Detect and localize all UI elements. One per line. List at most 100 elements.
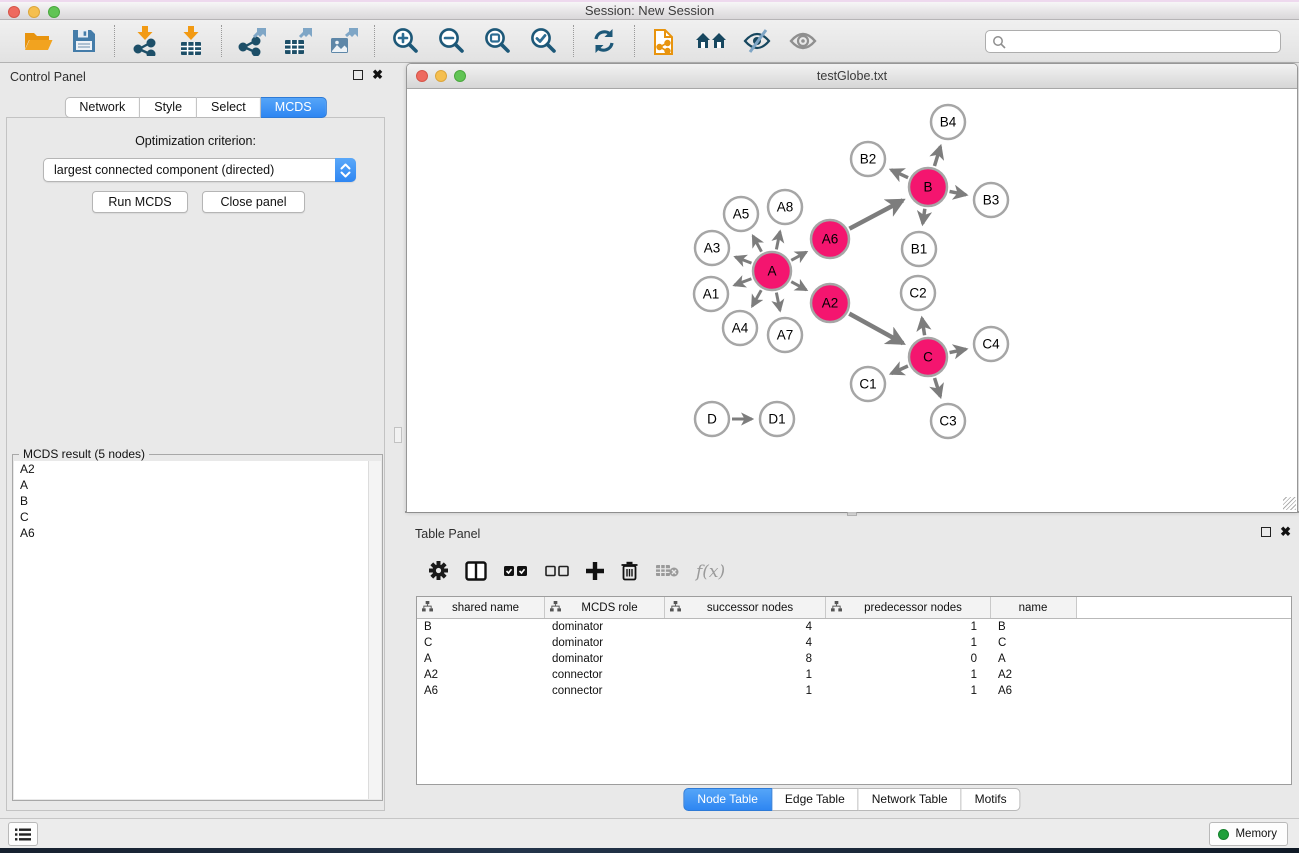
column-header-shared-name[interactable]: shared name [417,597,545,618]
tab-style[interactable]: Style [140,97,197,118]
float-table-panel-icon[interactable] [1261,527,1271,537]
graph-edge-c-c2[interactable] [922,318,925,335]
run-mcds-button[interactable]: Run MCDS [92,191,188,213]
close-panel-button[interactable]: Close panel [202,191,305,213]
graph-edge-b-b1[interactable] [923,209,925,224]
graph-node-b2[interactable]: B2 [851,142,885,176]
search-input[interactable] [985,30,1281,53]
show-details-icon[interactable] [785,24,821,58]
maximize-window-button[interactable] [48,6,60,18]
node-table[interactable]: shared nameMCDS rolesuccessor nodesprede… [416,596,1292,785]
close-panel-icon[interactable]: ✖ [372,70,383,80]
graph-edge-a-a8[interactable] [776,231,780,249]
graph-edge-c-c3[interactable] [935,378,941,397]
import-network-icon[interactable] [127,24,163,58]
add-column-icon[interactable] [586,562,604,583]
memory-button[interactable]: Memory [1209,822,1288,846]
open-session-icon[interactable] [20,24,56,58]
graph-node-d1[interactable]: D1 [760,402,794,436]
graph-edge-b-b4[interactable] [934,146,940,166]
network-canvas[interactable]: B4B2BB3B1A5A8A6A3AA1A2C2A4A7C4CC1C3DD1 [407,90,1297,512]
graph-node-a[interactable]: A [753,252,791,290]
close-window-button[interactable] [8,6,20,18]
graph-node-b1[interactable]: B1 [902,232,936,266]
graph-node-a1[interactable]: A1 [694,277,728,311]
result-item-a[interactable]: A [14,477,368,493]
tab-motifs[interactable]: Motifs [962,788,1021,811]
graph-edge-a-a4[interactable] [752,290,761,306]
graph-edge-a-a2[interactable] [791,282,806,290]
network-graph[interactable]: B4B2BB3B1A5A8A6A3AA1A2C2A4A7C4CC1C3DD1 [407,90,1297,512]
graph-edge-a6-b[interactable] [849,200,902,228]
graph-edge-a-a3[interactable] [735,257,751,263]
settings-gear-icon[interactable] [429,561,448,583]
graph-edge-b-b3[interactable] [950,191,966,194]
graph-edge-a-a5[interactable] [753,236,762,252]
tab-mcds[interactable]: MCDS [261,97,327,118]
delete-column-icon[interactable] [621,561,638,584]
result-item-a6[interactable]: A6 [14,525,368,541]
graph-edge-a-a1[interactable] [734,279,751,285]
result-item-a2[interactable]: A2 [14,461,368,477]
criterion-dropdown[interactable]: largest connected component (directed) [43,158,356,182]
graph-node-b3[interactable]: B3 [974,183,1008,217]
network-from-file-icon[interactable] [647,24,683,58]
graph-edge-a2-c[interactable] [849,314,903,344]
zoom-out-icon[interactable] [433,24,469,58]
vertical-splitter-grip[interactable] [394,427,402,443]
network-window-titlebar[interactable]: testGlobe.txt [407,64,1297,89]
table-row-c[interactable]: Cdominator41C [417,635,1291,651]
tab-node-table[interactable]: Node Table [683,788,772,811]
column-header-predecessor-nodes[interactable]: predecessor nodes [826,597,991,618]
result-list-scrollbar[interactable] [368,461,381,799]
table-row-b[interactable]: Bdominator41B [417,619,1291,635]
home-neighbors-icon[interactable] [693,24,729,58]
window-resize-grip[interactable] [1283,497,1296,510]
graph-node-a4[interactable]: A4 [723,311,757,345]
table-row-a6[interactable]: A6connector11A6 [417,683,1291,699]
tab-select[interactable]: Select [197,97,261,118]
column-header-mcds-role[interactable]: MCDS role [545,597,665,618]
graph-node-b4[interactable]: B4 [931,105,965,139]
graph-node-b[interactable]: B [909,168,947,206]
save-session-icon[interactable] [66,24,102,58]
import-table-icon[interactable] [173,24,209,58]
tab-network-table[interactable]: Network Table [859,788,962,811]
float-panel-icon[interactable] [353,70,363,80]
graph-node-a8[interactable]: A8 [768,190,802,224]
graph-node-a2[interactable]: A2 [811,284,849,322]
graph-node-c4[interactable]: C4 [974,327,1008,361]
graph-node-c2[interactable]: C2 [901,276,935,310]
graph-edge-c-c4[interactable] [950,349,966,352]
graph-node-c[interactable]: C [909,338,947,376]
graph-node-a7[interactable]: A7 [768,318,802,352]
column-header-successor-nodes[interactable]: successor nodes [665,597,826,618]
zoom-in-icon[interactable] [387,24,423,58]
graph-edge-b-b2[interactable] [891,170,908,178]
zoom-selected-icon[interactable] [525,24,561,58]
close-table-panel-icon[interactable]: ✖ [1280,527,1291,537]
tab-network[interactable]: Network [64,97,140,118]
task-history-button[interactable] [8,822,38,846]
graph-node-c1[interactable]: C1 [851,367,885,401]
graph-edge-a-a6[interactable] [791,252,806,260]
table-row-a[interactable]: Adominator80A [417,651,1291,667]
export-image-icon[interactable] [326,24,362,58]
network-maximize-button[interactable] [454,70,466,82]
export-network-icon[interactable] [234,24,270,58]
tab-edge-table[interactable]: Edge Table [772,788,859,811]
graph-node-c3[interactable]: C3 [931,404,965,438]
zoom-fit-icon[interactable] [479,24,515,58]
minimize-window-button[interactable] [28,6,40,18]
select-all-columns-icon[interactable] [504,565,528,580]
hide-details-icon[interactable] [739,24,775,58]
graph-edge-c-c1[interactable] [891,366,908,374]
network-close-button[interactable] [416,70,428,82]
graph-node-d[interactable]: D [695,402,729,436]
graph-edge-a-a7[interactable] [776,293,780,311]
export-table-icon[interactable] [280,24,316,58]
network-minimize-button[interactable] [435,70,447,82]
refresh-icon[interactable] [586,24,622,58]
table-row-a2[interactable]: A2connector11A2 [417,667,1291,683]
graph-node-a5[interactable]: A5 [724,197,758,231]
